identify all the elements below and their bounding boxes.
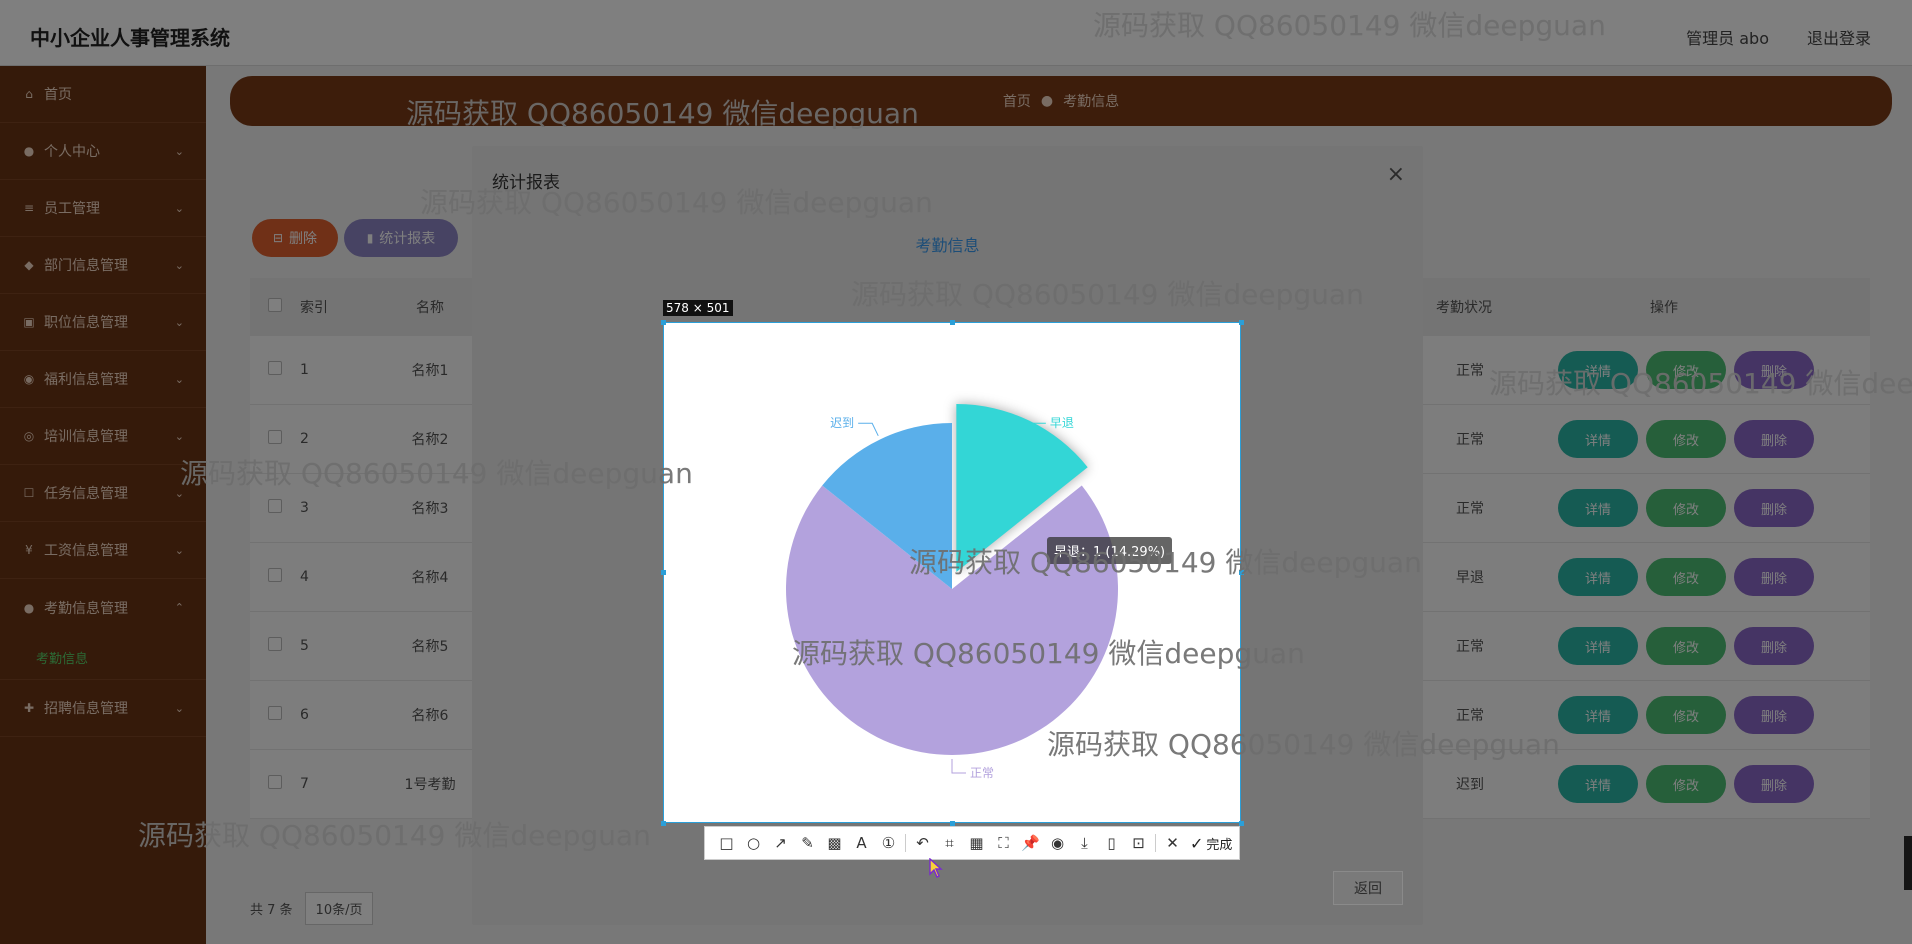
arrow-icon[interactable]: ↗	[767, 830, 794, 857]
watermark: 源码获取 QQ86050149 微信deepguan	[420, 186, 933, 219]
pen-icon[interactable]: ✎	[794, 830, 821, 857]
watermark: 源码获取 QQ86050149 微信deepguan	[1093, 9, 1606, 42]
watermark: 源码获取 QQ86050149 微信deepguan	[851, 278, 1364, 311]
watermark: 源码获取 QQ86050149 微信deepguan	[792, 637, 1305, 670]
pie-label-2: 早退	[1050, 416, 1074, 430]
mosaic-icon[interactable]: ▩	[821, 830, 848, 857]
close-icon[interactable]: ×	[1387, 162, 1405, 187]
text-icon[interactable]: A	[848, 830, 875, 857]
pie-label-0: 正常	[970, 766, 994, 780]
toolbar-divider	[1155, 834, 1156, 852]
number-icon[interactable]: ①	[875, 830, 902, 857]
undo-icon[interactable]: ↶	[909, 830, 936, 857]
pie-label-1: 迟到	[830, 416, 854, 430]
back-button[interactable]: 返回	[1333, 871, 1403, 905]
resize-handle-tl[interactable]	[661, 320, 666, 325]
ellipse-icon[interactable]: ○	[740, 830, 767, 857]
ocr-icon[interactable]: ▦	[963, 830, 990, 857]
watermark: 源码获取 QQ86050149 微信deepguan	[909, 546, 1422, 579]
watermark: 源码获取 QQ86050149 微信deepguan	[138, 819, 651, 852]
toolbar-divider	[905, 834, 906, 852]
bookmark-icon[interactable]: ⊡	[1125, 830, 1152, 857]
pie-label-line-1	[858, 422, 879, 437]
resize-handle-ml[interactable]	[661, 570, 666, 575]
mouse-cursor-icon	[929, 858, 943, 878]
screenshot-toolbar: □ ○ ↗ ✎ ▩ A ① ↶ ⌗ ▦ ⛶ 📌 ◉ ⤓ ▯ ⊡ ✕ ✓ 完成	[704, 826, 1240, 860]
phone-icon[interactable]: ▯	[1098, 830, 1125, 857]
check-icon: ✓	[1190, 833, 1204, 853]
watermark: 源码获取 QQ86050149 微信deepguan	[1489, 367, 1912, 400]
selection-size-label: 578 × 501	[663, 300, 733, 316]
pin-icon[interactable]: 📌	[1017, 830, 1044, 857]
done-label: 完成	[1206, 837, 1233, 853]
crop-icon[interactable]: ⌗	[936, 830, 963, 857]
rectangle-icon[interactable]: □	[713, 830, 740, 857]
watermark: 源码获取 QQ86050149 微信deepguan	[180, 457, 693, 490]
pie-label-line-0	[951, 759, 966, 774]
scroll-capture-icon[interactable]: ⛶	[990, 830, 1017, 857]
download-icon[interactable]: ⤓	[1071, 830, 1098, 857]
watermark: 源码获取 QQ86050149 微信deepguan	[1047, 728, 1560, 761]
resize-handle-bl[interactable]	[661, 821, 666, 826]
watermark: 源码获取 QQ86050149 微信deepguan	[406, 97, 919, 130]
resize-handle-tr[interactable]	[1239, 320, 1244, 325]
resize-handle-tc[interactable]	[950, 320, 955, 325]
chart-title: 考勤信息	[915, 236, 980, 255]
record-icon[interactable]: ◉	[1044, 830, 1071, 857]
cancel-icon[interactable]: ✕	[1159, 830, 1186, 857]
done-button[interactable]: ✓ 完成	[1190, 834, 1232, 853]
